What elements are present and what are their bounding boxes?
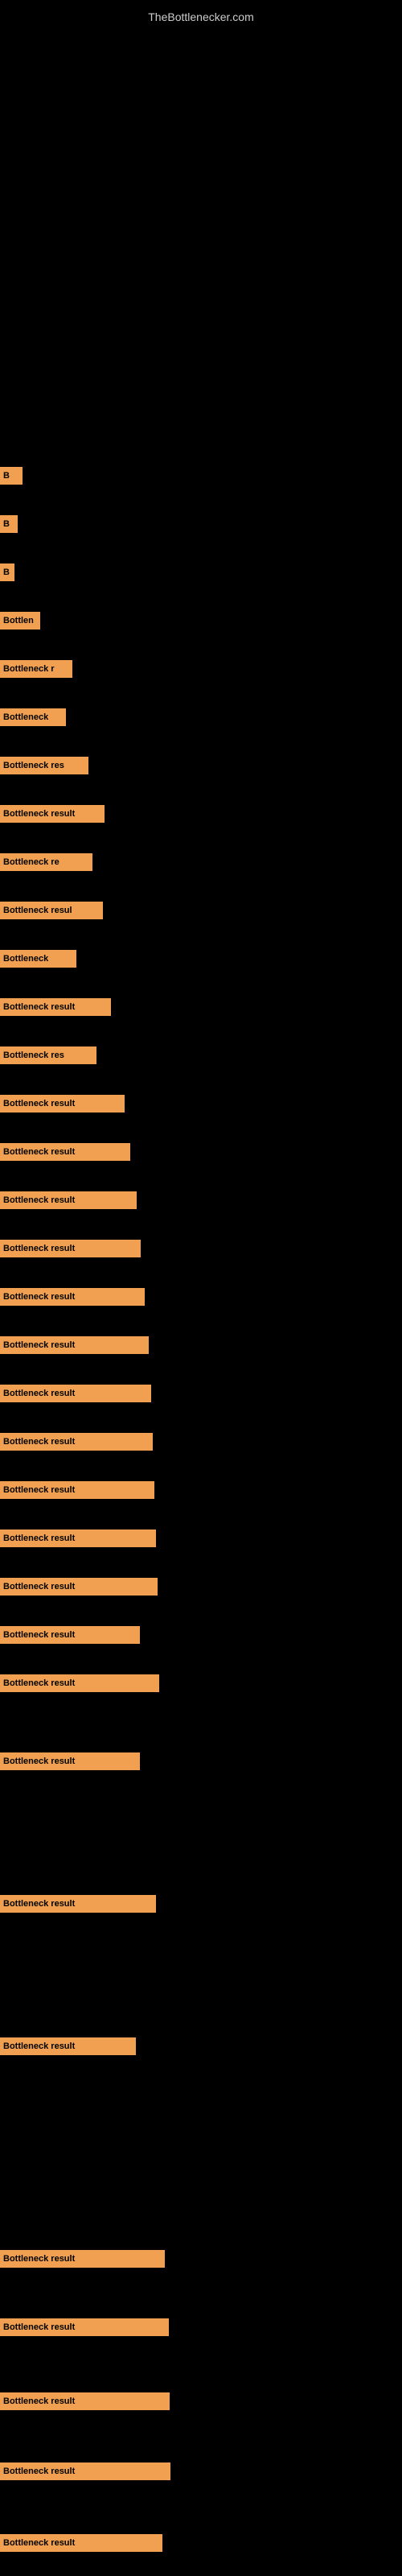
bar-label-32: Bottleneck result (3, 2467, 75, 2476)
bar-label-14: Bottleneck result (3, 1147, 75, 1157)
bar-row-26: Bottleneck result (0, 1752, 140, 1770)
bar-label-26: Bottleneck result (3, 1757, 75, 1766)
bar-row-19: Bottleneck result (0, 1385, 151, 1402)
bar-row-3: Bottlen (0, 612, 40, 630)
bar-row-33: Bottleneck result (0, 2534, 162, 2552)
bar-label-15: Bottleneck result (3, 1195, 75, 1205)
bar-label-5: Bottleneck (3, 712, 48, 722)
bar-row-0: B (0, 467, 23, 485)
bar-label-23: Bottleneck result (3, 1582, 75, 1591)
bar-row-11: Bottleneck result (0, 998, 111, 1016)
bar-row-14: Bottleneck result (0, 1143, 130, 1161)
bar-row-21: Bottleneck result (0, 1481, 154, 1499)
bar-row-29: Bottleneck result (0, 2250, 165, 2268)
bar-row-25: Bottleneck result (0, 1674, 159, 1692)
bar-row-20: Bottleneck result (0, 1433, 153, 1451)
bar-row-13: Bottleneck result (0, 1095, 125, 1113)
bar-row-15: Bottleneck result (0, 1191, 137, 1209)
bar-label-0: B (3, 471, 10, 481)
bar-label-33: Bottleneck result (3, 2538, 75, 2548)
bar-label-24: Bottleneck result (3, 1630, 75, 1640)
site-title: TheBottlenecker.com (0, 4, 402, 30)
bar-label-8: Bottleneck re (3, 857, 59, 867)
bar-row-23: Bottleneck result (0, 1578, 158, 1596)
bar-row-2: B (0, 564, 14, 581)
bar-row-4: Bottleneck r (0, 660, 72, 678)
bar-label-25: Bottleneck result (3, 1678, 75, 1688)
bar-row-32: Bottleneck result (0, 2462, 170, 2480)
bar-row-10: Bottleneck (0, 950, 76, 968)
bar-row-5: Bottleneck (0, 708, 66, 726)
bar-label-12: Bottleneck res (3, 1051, 64, 1060)
bar-label-11: Bottleneck result (3, 1002, 75, 1012)
bar-label-4: Bottleneck r (3, 664, 55, 674)
bar-label-7: Bottleneck result (3, 809, 75, 819)
bar-row-18: Bottleneck result (0, 1336, 149, 1354)
bar-row-8: Bottleneck re (0, 853, 92, 871)
bar-row-30: Bottleneck result (0, 2318, 169, 2336)
bar-label-10: Bottleneck (3, 954, 48, 964)
bar-label-20: Bottleneck result (3, 1437, 75, 1447)
bar-label-31: Bottleneck result (3, 2396, 75, 2406)
bar-label-18: Bottleneck result (3, 1340, 75, 1350)
bar-row-7: Bottleneck result (0, 805, 105, 823)
bar-label-29: Bottleneck result (3, 2254, 75, 2264)
bar-label-3: Bottlen (3, 616, 34, 625)
bar-label-16: Bottleneck result (3, 1244, 75, 1253)
bar-label-9: Bottleneck resul (3, 906, 72, 915)
bar-row-12: Bottleneck res (0, 1046, 96, 1064)
bar-row-28: Bottleneck result (0, 2037, 136, 2055)
bar-label-13: Bottleneck result (3, 1099, 75, 1108)
bar-row-31: Bottleneck result (0, 2392, 170, 2410)
bar-row-9: Bottleneck resul (0, 902, 103, 919)
bar-row-6: Bottleneck res (0, 757, 88, 774)
bar-label-17: Bottleneck result (3, 1292, 75, 1302)
bar-row-22: Bottleneck result (0, 1530, 156, 1547)
bar-label-22: Bottleneck result (3, 1534, 75, 1543)
bar-label-30: Bottleneck result (3, 2322, 75, 2332)
bar-row-16: Bottleneck result (0, 1240, 141, 1257)
bar-label-28: Bottleneck result (3, 2041, 75, 2051)
bar-row-27: Bottleneck result (0, 1895, 156, 1913)
bar-label-1: B (3, 519, 10, 529)
bar-label-21: Bottleneck result (3, 1485, 75, 1495)
bar-label-27: Bottleneck result (3, 1899, 75, 1909)
bar-row-1: B (0, 515, 18, 533)
bar-label-6: Bottleneck res (3, 761, 64, 770)
bar-label-19: Bottleneck result (3, 1389, 75, 1398)
bar-row-24: Bottleneck result (0, 1626, 140, 1644)
bar-label-2: B (3, 568, 10, 577)
bar-row-17: Bottleneck result (0, 1288, 145, 1306)
